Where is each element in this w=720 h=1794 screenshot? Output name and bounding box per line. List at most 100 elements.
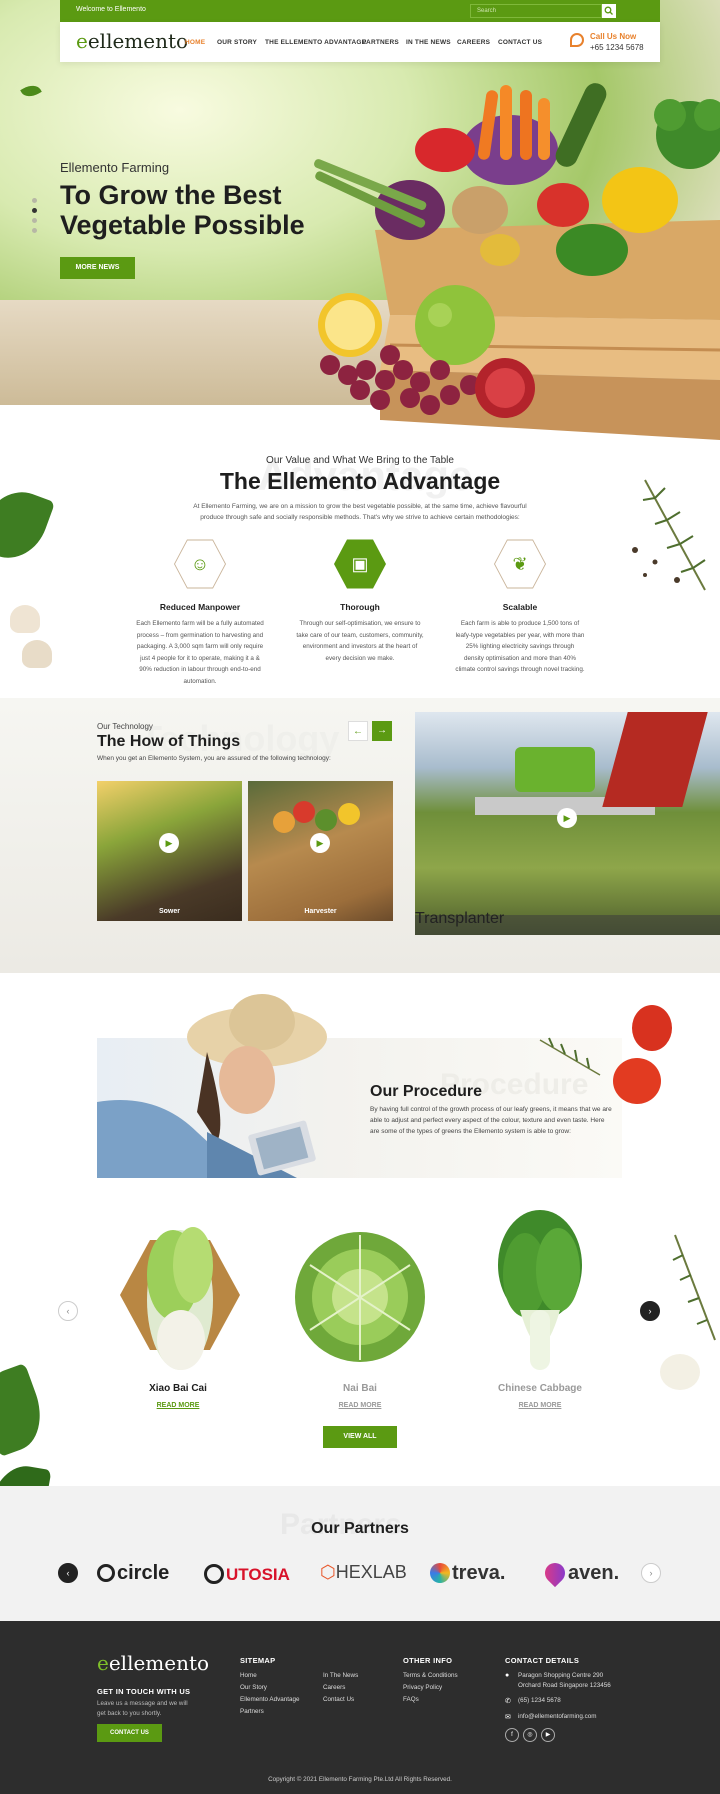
footer-link-in-the-news[interactable]: In The News bbox=[323, 1672, 358, 1679]
feature-title: Scalable bbox=[502, 602, 538, 612]
welcome-text: Welcome to Ellemento bbox=[76, 6, 146, 13]
search-input[interactable]: Search bbox=[470, 4, 602, 18]
footer-copyright: Copyright © 2021 Ellemento Farming Pte.L… bbox=[268, 1776, 452, 1783]
advantage-description: At Ellemento Farming, we are on a missio… bbox=[193, 503, 527, 521]
view-all-button[interactable]: VIEW ALL bbox=[323, 1426, 397, 1448]
nav-our-story[interactable]: OUR STORY bbox=[217, 39, 257, 46]
transplanter-frame bbox=[602, 712, 708, 807]
footer-link-partners[interactable]: Partners bbox=[240, 1708, 264, 1715]
partner-logo-circle[interactable]: circle bbox=[97, 1562, 169, 1585]
arrow-left-icon: ← bbox=[353, 726, 363, 737]
partners-section bbox=[0, 1486, 720, 1621]
feature-text: Through our self-optimisation, we ensure… bbox=[296, 620, 424, 662]
feature-text: Each Ellemento farm will be a fully auto… bbox=[136, 620, 264, 685]
tech-card-transplanter[interactable]: ▶ Transplanter bbox=[415, 712, 720, 935]
footer-link-home[interactable]: Home bbox=[240, 1672, 257, 1679]
nav-advantage[interactable]: THE ELLEMENTO ADVANTAGE bbox=[265, 39, 366, 46]
phone-icon bbox=[570, 33, 584, 47]
footer-phone[interactable]: (65) 1234 5678 bbox=[518, 1697, 561, 1704]
presentation-icon: ▣ bbox=[335, 540, 385, 588]
garlic-rosemary-decoration bbox=[660, 1234, 716, 1390]
instagram-icon[interactable]: ◎ bbox=[523, 1728, 537, 1742]
nav-in-the-news[interactable]: IN THE NEWS bbox=[406, 39, 451, 46]
procedure-title: Our Procedure bbox=[370, 1083, 483, 1100]
footer-logo[interactable]: eellemento bbox=[97, 1651, 209, 1675]
seedling-tray bbox=[515, 747, 595, 792]
search-button[interactable] bbox=[602, 4, 616, 18]
main-header: eellemento HOME OUR STORY THE ELLEMENTO … bbox=[60, 22, 660, 62]
footer-link-faqs[interactable]: FAQs bbox=[403, 1696, 419, 1703]
play-icon[interactable]: ▶ bbox=[159, 833, 179, 853]
footer-link-advantage[interactable]: Ellemento Advantage bbox=[240, 1696, 300, 1703]
slider-dot[interactable] bbox=[32, 198, 37, 203]
partner-logo-text: UTOSIA bbox=[226, 1565, 290, 1584]
partner-logo-text: aven. bbox=[568, 1562, 620, 1584]
hero-kicker: Ellemento Farming bbox=[60, 160, 170, 175]
footer-link-terms[interactable]: Terms & Conditions bbox=[403, 1672, 458, 1679]
youtube-icon[interactable]: ▶ bbox=[541, 1728, 555, 1742]
hero-slider-dots bbox=[32, 198, 37, 238]
tomato-decoration bbox=[632, 1005, 672, 1051]
tech-next-button[interactable]: → bbox=[372, 721, 392, 741]
read-more-link[interactable]: READ MORE bbox=[339, 1402, 382, 1409]
footer-address-line1: Paragon Shopping Centre 290 bbox=[518, 1672, 604, 1679]
slider-dot[interactable] bbox=[32, 218, 37, 223]
partner-logo-treva[interactable]: treva. bbox=[430, 1562, 505, 1585]
tech-prev-button[interactable]: ← bbox=[348, 721, 368, 741]
slider-dot[interactable] bbox=[32, 228, 37, 233]
chevron-right-icon: › bbox=[648, 1306, 652, 1316]
call-label[interactable]: Call Us Now bbox=[590, 32, 636, 41]
treva-logo-icon bbox=[430, 1563, 450, 1583]
card-label: Transplanter bbox=[415, 910, 505, 927]
call-number[interactable]: +65 1234 5678 bbox=[590, 43, 644, 52]
tech-card-harvester[interactable]: ▶ Harvester bbox=[248, 781, 393, 921]
feature-thorough: ▣ Thorough Through our self-optimisation… bbox=[295, 538, 425, 664]
nav-contact-us[interactable]: CONTACT US bbox=[498, 39, 542, 46]
read-more-link[interactable]: READ MORE bbox=[519, 1402, 562, 1409]
partners-prev-button[interactable]: ‹ bbox=[58, 1563, 78, 1583]
partner-logo-text: HEXLAB bbox=[335, 1562, 407, 1582]
phone-icon: ✆ bbox=[505, 1698, 511, 1705]
more-news-button[interactable]: MORE NEWS bbox=[60, 257, 135, 279]
footer-link-contact-us[interactable]: Contact Us bbox=[323, 1696, 354, 1703]
partner-logo-aven[interactable]: aven. bbox=[540, 1558, 620, 1588]
feature-icon-frame: ☺ bbox=[174, 539, 226, 589]
products-prev-button[interactable]: ‹ bbox=[58, 1301, 78, 1321]
nav-careers[interactable]: CAREERS bbox=[457, 39, 490, 46]
partners-next-button[interactable]: › bbox=[641, 1563, 661, 1583]
technology-kicker: Our Technology bbox=[97, 722, 153, 731]
facebook-icon[interactable]: f bbox=[505, 1728, 519, 1742]
mushroom-decoration bbox=[10, 605, 40, 633]
chinese-cabbage-image bbox=[498, 1210, 582, 1370]
card-label: Harvester bbox=[304, 908, 337, 915]
footer-link-our-story[interactable]: Our Story bbox=[240, 1684, 267, 1691]
footer-touch-text: Leave us a message and we will get back … bbox=[97, 1700, 188, 1717]
search-icon bbox=[604, 6, 613, 15]
produce-shape bbox=[273, 811, 295, 833]
card-label: Sower bbox=[158, 908, 180, 915]
product-chinese-cabbage: Chinese Cabbage READ MORE bbox=[470, 1383, 610, 1412]
tech-card-sower[interactable]: ▶ Sower bbox=[97, 781, 242, 921]
footer-link-careers[interactable]: Careers bbox=[323, 1684, 345, 1691]
nav-partners[interactable]: PARTNERS bbox=[362, 39, 399, 46]
slider-dot-active[interactable] bbox=[32, 208, 37, 213]
leaf-decoration bbox=[20, 81, 42, 101]
site-logo[interactable]: eellemento bbox=[76, 29, 188, 53]
footer-other-title: OTHER INFO bbox=[403, 1656, 453, 1665]
utosia-logo-icon bbox=[204, 1564, 224, 1584]
produce-shape bbox=[315, 809, 337, 831]
produce-shape bbox=[338, 803, 360, 825]
footer-link-privacy[interactable]: Privacy Policy bbox=[403, 1684, 442, 1691]
product-nai-bai: Nai Bai READ MORE bbox=[290, 1383, 430, 1412]
top-bar: Welcome to Ellemento Search bbox=[60, 0, 660, 22]
hero-title: To Grow the Best Vegetable Possible bbox=[60, 180, 305, 240]
nav-home[interactable]: HOME bbox=[185, 39, 205, 46]
play-icon[interactable]: ▶ bbox=[310, 833, 330, 853]
read-more-link[interactable]: READ MORE bbox=[157, 1402, 200, 1409]
play-icon[interactable]: ▶ bbox=[557, 808, 577, 828]
footer-contact-button[interactable]: CONTACT US bbox=[97, 1724, 162, 1742]
partner-logo-utosia[interactable]: UTOSIA bbox=[204, 1564, 290, 1585]
footer-email[interactable]: info@ellementofarming.com bbox=[518, 1713, 597, 1720]
feature-icon-frame: ▣ bbox=[334, 539, 386, 589]
partner-logo-hexlab[interactable]: ⬡HEXLAB bbox=[320, 1562, 407, 1583]
